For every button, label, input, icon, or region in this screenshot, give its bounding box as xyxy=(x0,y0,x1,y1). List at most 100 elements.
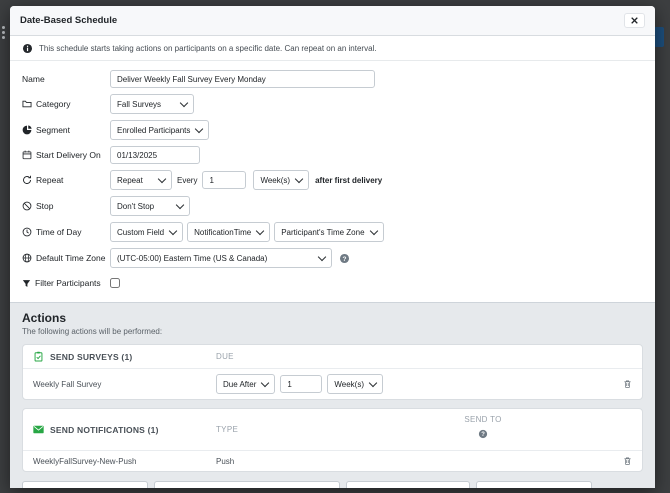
start-delivery-label: Start Delivery On xyxy=(22,150,110,160)
chevron-down-icon xyxy=(326,486,334,488)
send-notifications-title: SEND NOTIFICATIONS (1) xyxy=(33,425,216,435)
send-surveys-panel: SEND SURVEYS (1) DUE Weekly Fall Survey … xyxy=(22,344,643,400)
add-survey-to-close-select[interactable]: Add Survey To Close xyxy=(346,481,470,488)
category-row: Category Fall Surveys xyxy=(22,94,643,114)
trash-icon xyxy=(623,379,632,389)
time-of-day-row: Time of Day Custom Field NotificationTim… xyxy=(22,222,643,242)
globe-icon xyxy=(22,253,32,263)
pie-chart-icon xyxy=(22,125,32,135)
chevron-down-icon xyxy=(369,226,377,234)
chevron-down-icon xyxy=(295,174,303,182)
notification-type: Push xyxy=(216,457,456,466)
background-menu-dots-icon xyxy=(2,24,6,40)
actions-section: Actions The following actions will be pe… xyxy=(10,302,655,488)
name-input[interactable] xyxy=(110,70,375,88)
repeat-unit-select[interactable]: Week(s) xyxy=(253,170,309,190)
schedule-form: Name Category Fall Surveys Segment E xyxy=(10,61,655,302)
segment-row: Segment Enrolled Participants xyxy=(22,120,643,140)
close-button[interactable] xyxy=(624,13,645,28)
segment-select[interactable]: Enrolled Participants xyxy=(110,120,209,140)
chevron-down-icon xyxy=(261,378,269,386)
time-zone-help-icon[interactable]: ? xyxy=(339,253,350,264)
default-time-zone-row: Default Time Zone (UTC-05:00) Eastern Ti… xyxy=(22,248,643,268)
info-icon xyxy=(22,43,33,54)
chevron-down-icon xyxy=(169,226,177,234)
repeat-suffix: after first delivery xyxy=(315,176,382,185)
chevron-down-icon xyxy=(134,486,142,488)
every-label: Every xyxy=(177,176,197,185)
send-to-help-icon[interactable]: ? xyxy=(478,426,488,444)
time-of-day-label: Time of Day xyxy=(22,227,110,237)
info-bar: This schedule starts taking actions on p… xyxy=(10,36,655,61)
screen: Date-Based Schedule This schedule starts… xyxy=(0,0,670,493)
filter-participants-row: Filter Participants xyxy=(22,274,643,292)
svg-text:?: ? xyxy=(343,255,347,262)
send-to-column-header: SEND TO ? xyxy=(456,415,510,444)
folder-icon xyxy=(22,99,32,109)
notification-row: WeeklyFallSurvey-New-Push Push xyxy=(23,451,642,471)
chevron-down-icon xyxy=(318,252,326,260)
notification-name: WeeklyFallSurvey-New-Push xyxy=(33,457,216,466)
calendar-icon xyxy=(22,150,32,160)
stop-select[interactable]: Don't Stop xyxy=(110,196,190,216)
sync-icon xyxy=(22,175,32,185)
chevron-down-icon xyxy=(369,378,377,386)
due-column-header: DUE xyxy=(216,352,616,361)
start-delivery-input[interactable] xyxy=(110,146,200,164)
chevron-down-icon xyxy=(158,174,166,182)
survey-name: Weekly Fall Survey xyxy=(33,380,216,389)
add-notification-to-send-select[interactable]: Add Notification To Send xyxy=(154,481,340,488)
survey-clipboard-icon xyxy=(33,351,44,362)
chevron-down-icon xyxy=(456,486,464,488)
chevron-down-icon xyxy=(256,226,264,234)
modal-title: Date-Based Schedule xyxy=(20,15,117,26)
clock-icon xyxy=(22,227,32,237)
add-actions-row: Add Survey To Deliver Add Notification T… xyxy=(22,481,643,488)
due-unit-select[interactable]: Week(s) xyxy=(327,374,383,394)
survey-row: Weekly Fall Survey Due After Week(s) xyxy=(23,369,642,399)
close-icon xyxy=(630,16,639,25)
info-text: This schedule starts taking actions on p… xyxy=(39,44,377,53)
start-delivery-row: Start Delivery On xyxy=(22,146,643,164)
chevron-down-icon xyxy=(588,486,596,488)
time-zone-mode-select[interactable]: Participant's Time Zone xyxy=(274,222,383,242)
date-based-schedule-modal: Date-Based Schedule This schedule starts… xyxy=(10,6,655,488)
modal-header: Date-Based Schedule xyxy=(10,6,655,36)
survey-due-controls: Due After Week(s) xyxy=(216,374,616,394)
due-value-input[interactable] xyxy=(280,375,322,393)
background-element xyxy=(654,27,664,47)
add-custom-field-select[interactable]: Add Custom Field to Update xyxy=(476,481,592,488)
time-source-select[interactable]: Custom Field xyxy=(110,222,183,242)
envelope-icon xyxy=(33,425,44,434)
chevron-down-icon xyxy=(176,200,184,208)
delete-survey-button[interactable] xyxy=(623,379,632,389)
send-notifications-panel: SEND NOTIFICATIONS (1) TYPE SEND TO ? We… xyxy=(22,408,643,472)
time-field-select[interactable]: NotificationTime xyxy=(187,222,270,242)
send-surveys-header: SEND SURVEYS (1) DUE xyxy=(23,345,642,369)
repeat-interval-input[interactable] xyxy=(202,171,246,189)
repeat-mode-select[interactable]: Repeat xyxy=(110,170,172,190)
slash-circle-icon xyxy=(22,201,32,211)
delete-notification-button[interactable] xyxy=(623,456,632,466)
actions-subheading: The following actions will be performed: xyxy=(22,327,643,336)
segment-label: Segment xyxy=(22,125,110,135)
repeat-row: Repeat Repeat Every Week(s) after first … xyxy=(22,170,643,190)
default-time-zone-label: Default Time Zone xyxy=(22,253,110,263)
repeat-label: Repeat xyxy=(22,175,110,185)
trash-icon xyxy=(623,456,632,466)
default-time-zone-select[interactable]: (UTC-05:00) Eastern Time (US & Canada) xyxy=(110,248,332,268)
name-row: Name xyxy=(22,70,643,88)
category-select[interactable]: Fall Surveys xyxy=(110,94,194,114)
send-surveys-title: SEND SURVEYS (1) xyxy=(33,351,216,362)
filter-participants-checkbox[interactable] xyxy=(110,278,120,288)
chevron-down-icon xyxy=(180,98,188,106)
stop-label: Stop xyxy=(22,201,110,211)
type-column-header: TYPE xyxy=(216,425,456,434)
filter-participants-label: Filter Participants xyxy=(22,278,110,288)
send-notifications-header: SEND NOTIFICATIONS (1) TYPE SEND TO ? xyxy=(23,409,642,451)
add-survey-to-deliver-select[interactable]: Add Survey To Deliver xyxy=(22,481,148,488)
filter-icon xyxy=(22,279,31,288)
chevron-down-icon xyxy=(195,124,203,132)
due-mode-select[interactable]: Due After xyxy=(216,374,275,394)
svg-text:?: ? xyxy=(481,432,485,438)
